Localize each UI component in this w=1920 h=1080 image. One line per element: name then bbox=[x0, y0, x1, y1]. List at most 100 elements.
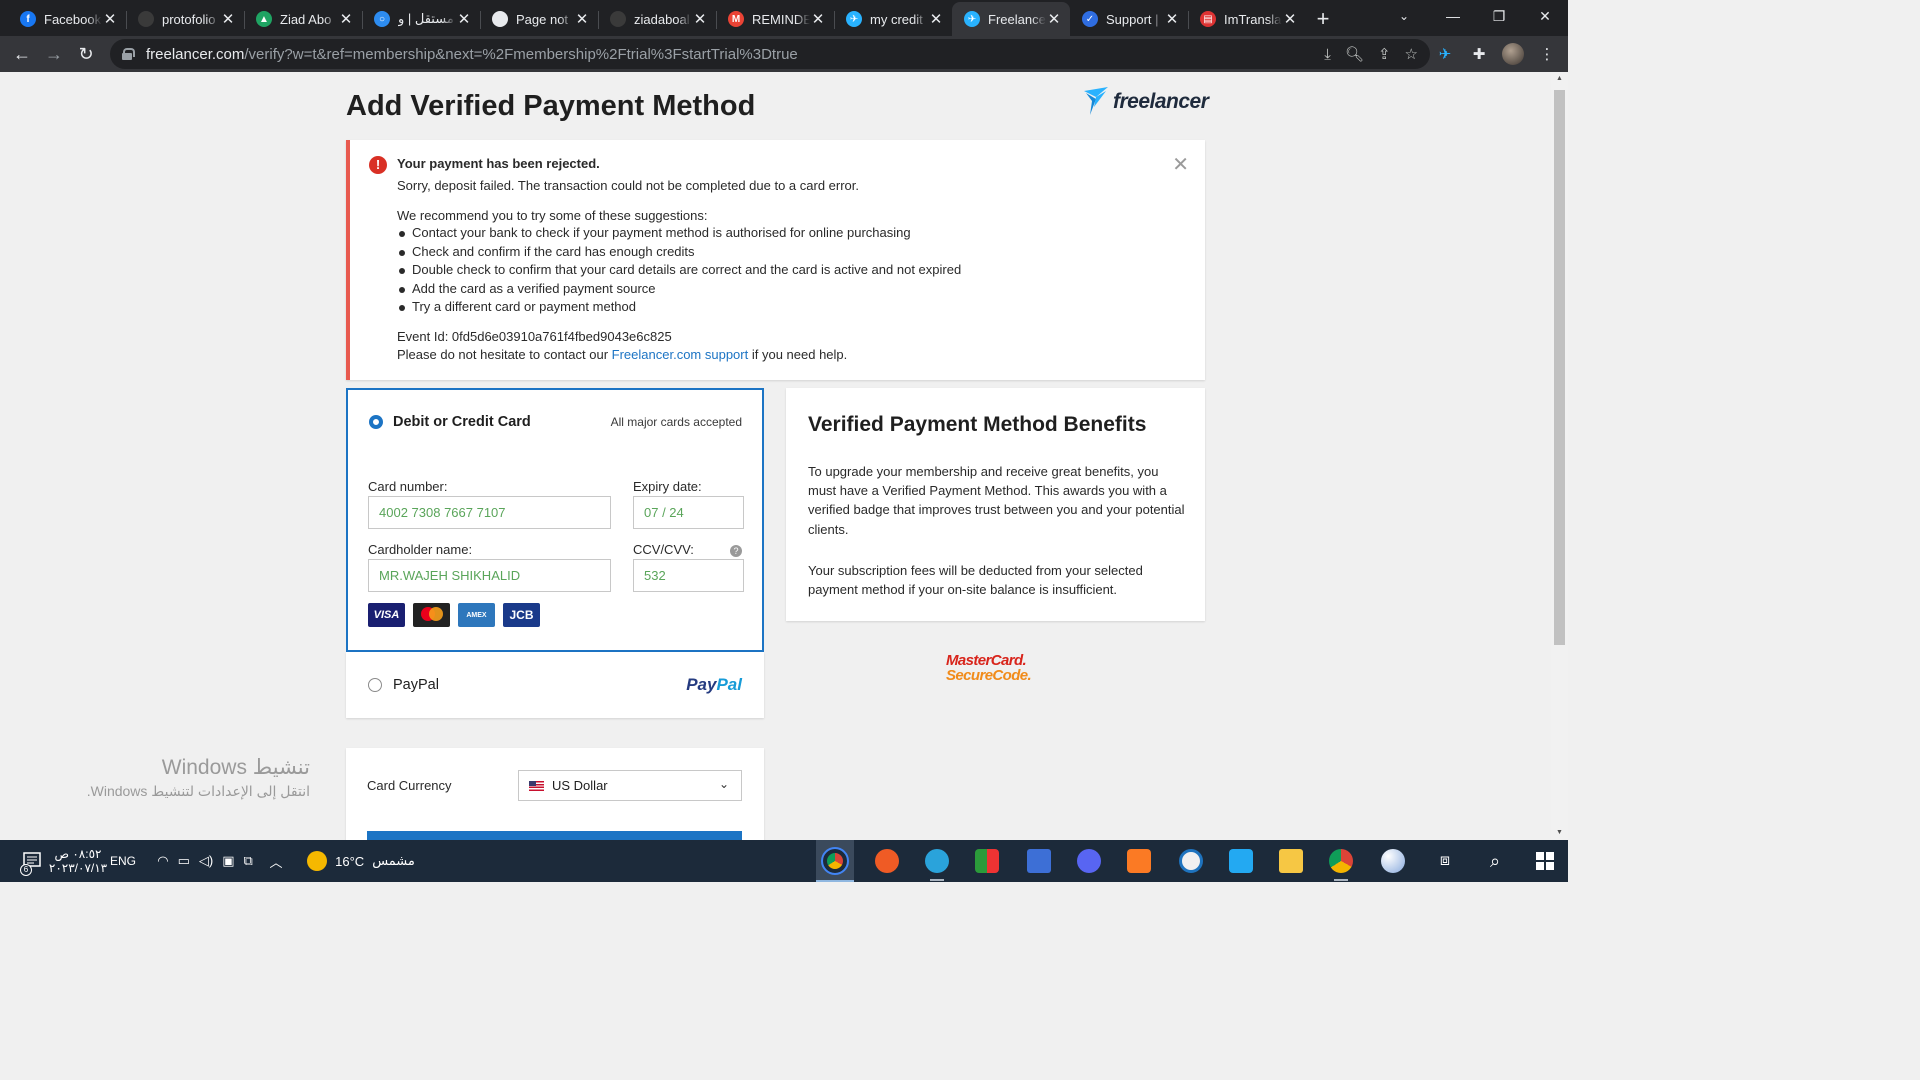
alert-intro: We recommend you to try some of these su… bbox=[397, 208, 708, 223]
vscode-taskbar-app[interactable] bbox=[1222, 840, 1260, 882]
notification-count: 6 bbox=[20, 864, 32, 876]
telegram-taskbar-app[interactable] bbox=[918, 840, 956, 882]
scrollbar-thumb[interactable] bbox=[1554, 90, 1565, 645]
browser-tab[interactable]: ✓ Support | ✕ bbox=[1070, 2, 1188, 36]
currency-panel: Card Currency US Dollar ⌄ bbox=[346, 748, 764, 840]
meet-now-icon[interactable]: ▣ bbox=[222, 853, 234, 869]
bookmark-star-icon[interactable]: ☆ bbox=[1405, 45, 1418, 63]
browser-menu-icon[interactable]: ⋮ bbox=[1536, 43, 1558, 65]
cvv-field[interactable]: 532 bbox=[633, 559, 744, 592]
expiry-field[interactable]: 07 / 24 bbox=[633, 496, 744, 529]
close-tab-icon[interactable]: ✕ bbox=[574, 10, 590, 28]
scroll-up-icon[interactable]: ▲ bbox=[1551, 72, 1568, 86]
lock-icon[interactable] bbox=[122, 48, 135, 60]
activation-watermark-title: تنشيط Windows bbox=[161, 756, 310, 779]
close-tab-icon[interactable]: ✕ bbox=[1282, 10, 1298, 28]
close-window-button[interactable]: ✕ bbox=[1522, 0, 1568, 32]
search-icon[interactable]: ⌕ bbox=[1476, 840, 1514, 882]
close-tab-icon[interactable]: ✕ bbox=[220, 10, 236, 28]
minimize-button[interactable]: — bbox=[1430, 0, 1476, 32]
chrome-profile-taskbar-app[interactable] bbox=[1322, 840, 1360, 882]
show-hidden-icons-icon[interactable]: ︿ bbox=[266, 840, 286, 882]
weather-widget[interactable]: 16°C مشمس bbox=[298, 840, 424, 882]
close-alert-icon[interactable]: ✕ bbox=[1172, 152, 1189, 177]
office-taskbar-app[interactable] bbox=[968, 840, 1006, 882]
support-link[interactable]: Freelancer.com support bbox=[612, 347, 749, 362]
security-tray-icon[interactable]: ⧉ bbox=[243, 853, 252, 869]
browser-tab[interactable]: ▲ Ziad Abo ✕ bbox=[244, 2, 362, 36]
freelancer-extension-icon[interactable]: ✈ bbox=[1434, 43, 1456, 65]
language-indicator[interactable]: ENG bbox=[108, 840, 138, 882]
chrome-taskbar-app[interactable] bbox=[816, 840, 854, 882]
tab-search-icon[interactable]: ⌄ bbox=[1392, 6, 1416, 26]
network-tool-taskbar-app[interactable] bbox=[1020, 840, 1058, 882]
page-scrollbar[interactable]: ▲ ▼ bbox=[1551, 72, 1568, 840]
browser-tab[interactable]: ○ مستقل | و ✕ bbox=[362, 2, 480, 36]
wordpress-taskbar-app[interactable] bbox=[1172, 840, 1210, 882]
paint-taskbar-app[interactable] bbox=[1374, 840, 1412, 882]
close-tab-icon[interactable]: ✕ bbox=[338, 10, 354, 28]
close-tab-icon[interactable]: ✕ bbox=[928, 10, 944, 28]
paypal-radio[interactable] bbox=[368, 678, 382, 692]
close-tab-icon[interactable]: ✕ bbox=[102, 10, 118, 28]
cvv-help-icon[interactable]: ? bbox=[730, 545, 742, 557]
close-tab-icon[interactable]: ✕ bbox=[692, 10, 708, 28]
xampp-taskbar-app[interactable] bbox=[1120, 840, 1158, 882]
imtranslator-icon: ▤ bbox=[1200, 11, 1216, 27]
browser-tab[interactable]: ✈ my credit ✕ bbox=[834, 2, 952, 36]
profile-avatar[interactable] bbox=[1502, 43, 1524, 65]
paypal-label: PayPal bbox=[393, 677, 439, 693]
browser-tab[interactable]: protofolio ✕ bbox=[126, 2, 244, 36]
notification-center-icon[interactable]: 6 bbox=[14, 840, 50, 882]
card-number-field[interactable]: 4002 7308 7667 7107 bbox=[368, 496, 611, 529]
card-payment-option[interactable]: Debit or Credit Card All major cards acc… bbox=[346, 388, 764, 652]
start-button[interactable] bbox=[1526, 840, 1564, 882]
activation-watermark-subtitle: انتقل إلى الإعدادات لتنشيط Windows. bbox=[86, 783, 310, 799]
back-icon[interactable]: ← bbox=[6, 38, 38, 70]
submit-button[interactable] bbox=[367, 831, 742, 840]
close-tab-icon[interactable]: ✕ bbox=[1164, 10, 1180, 28]
close-tab-icon[interactable]: ✕ bbox=[1046, 10, 1062, 28]
reload-icon[interactable]: ↻ bbox=[70, 38, 102, 70]
address-bar[interactable]: freelancer.com/verify?w=t&ref=membership… bbox=[110, 39, 1430, 69]
wifi-icon[interactable]: ◠ bbox=[157, 853, 168, 869]
freelancer-logo[interactable]: freelancer bbox=[1082, 86, 1209, 118]
file-explorer-taskbar-app[interactable] bbox=[1272, 840, 1310, 882]
benefits-panel: Verified Payment Method Benefits To upgr… bbox=[786, 388, 1205, 621]
discord-icon bbox=[1077, 849, 1101, 873]
share-icon[interactable]: ⇪ bbox=[1378, 45, 1391, 63]
us-flag-icon bbox=[529, 780, 544, 791]
tab-title: Freelance bbox=[988, 11, 1046, 27]
close-tab-icon[interactable]: ✕ bbox=[810, 10, 826, 28]
tab-title: ziadaboal bbox=[634, 11, 690, 27]
benefits-paragraph-2: Your subscription fees will be deducted … bbox=[808, 563, 1143, 598]
task-view-icon[interactable]: ⧈ bbox=[1426, 840, 1464, 882]
card-radio[interactable] bbox=[369, 415, 383, 429]
browser-tab[interactable]: ▤ ImTransla ✕ bbox=[1188, 2, 1306, 36]
new-tab-button[interactable]: + bbox=[1306, 2, 1340, 36]
cardholder-field[interactable]: MR.WAJEH SHIKHALID bbox=[368, 559, 611, 592]
browser-tab[interactable]: f Facebook ✕ bbox=[8, 2, 126, 36]
volume-icon[interactable]: ◁) bbox=[199, 853, 213, 869]
install-app-icon[interactable]: ⤓ bbox=[1324, 46, 1331, 63]
url-host: freelancer.com bbox=[146, 45, 245, 63]
browser-tab[interactable]: M REMINDE ✕ bbox=[716, 2, 834, 36]
battery-icon[interactable]: ▭ bbox=[178, 853, 190, 869]
clock[interactable]: ٠٨:٥٢ ص ٢٠٢٣/٠٧/١٣ bbox=[49, 840, 107, 882]
browser-tab[interactable]: Page not ✕ bbox=[480, 2, 598, 36]
paypal-payment-option[interactable]: PayPal PayPal bbox=[346, 652, 764, 718]
browser-tab[interactable]: ziadaboal ✕ bbox=[598, 2, 716, 36]
currency-label: Card Currency bbox=[367, 778, 452, 793]
browser-tab[interactable]: ✈ Freelance ✕ bbox=[952, 2, 1070, 36]
scroll-down-icon[interactable]: ▼ bbox=[1551, 826, 1568, 840]
extensions-puzzle-icon[interactable]: ✚ bbox=[1468, 43, 1490, 65]
amex-logo: AMEX bbox=[458, 603, 495, 627]
postman-taskbar-app[interactable] bbox=[868, 840, 906, 882]
discord-taskbar-app[interactable] bbox=[1070, 840, 1108, 882]
restore-button[interactable]: ❐ bbox=[1476, 0, 1522, 32]
forward-icon[interactable]: → bbox=[38, 38, 70, 70]
alert-message: Sorry, deposit failed. The transaction c… bbox=[397, 178, 860, 193]
close-tab-icon[interactable]: ✕ bbox=[456, 10, 472, 28]
currency-select[interactable]: US Dollar ⌄ bbox=[518, 770, 742, 801]
zoom-icon[interactable]: 🔍︎ bbox=[1345, 45, 1364, 63]
